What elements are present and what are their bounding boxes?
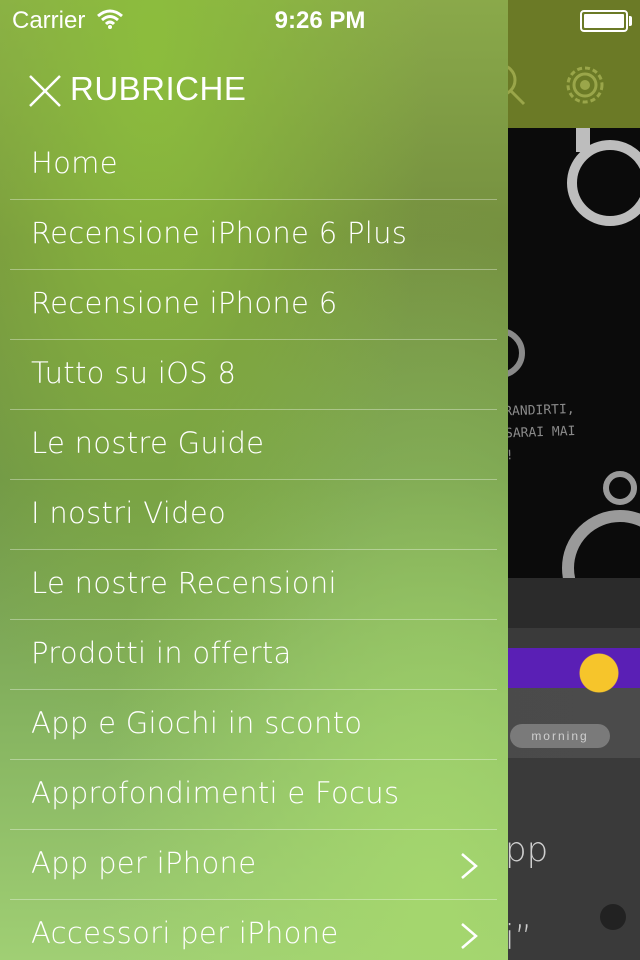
article-card-title-line2: i”	[505, 918, 533, 958]
menu-item-label: Approfondimenti e Focus	[31, 776, 400, 810]
menu-item-accessori-per-iphone[interactable]: Accessori per iPhone	[10, 900, 497, 960]
menu-item-label: Home	[31, 146, 118, 180]
menu-item-recensione-iphone-6[interactable]: Recensione iPhone 6	[10, 270, 497, 340]
menu-item-recensione-iphone-6-plus[interactable]: Recensione iPhone 6 Plus	[10, 200, 497, 270]
menu-item-prodotti-in-offerta[interactable]: Prodotti in offerta	[10, 620, 497, 690]
status-bar: Carrier 9:26 PM	[0, 0, 640, 40]
message-badge: morning	[510, 724, 610, 748]
menu-item-label: Le nostre Recensioni	[31, 566, 337, 600]
menu-item-label: Accessori per iPhone	[31, 916, 339, 950]
menu-item-le-nostre-guide[interactable]: Le nostre Guide	[10, 410, 497, 480]
menu-item-approfondimenti-e-focus[interactable]: Approfondimenti e Focus	[10, 760, 497, 830]
menu-item-app-per-iphone[interactable]: App per iPhone	[10, 830, 497, 900]
battery-level	[584, 14, 624, 28]
drawer-title: RUBRICHE	[70, 70, 247, 107]
drawer-header: RUBRICHE	[0, 60, 508, 120]
menu-item-label: Recensione iPhone 6	[31, 286, 338, 320]
chevron-right-icon	[461, 853, 478, 879]
menu-list: Home Recensione iPhone 6 Plus Recensione…	[10, 130, 497, 960]
article-handwriting: RANDIRTI, SARAI MAI !	[504, 399, 586, 468]
menu-item-label: Prodotti in offerta	[31, 636, 292, 670]
menu-item-app-e-giochi-in-sconto[interactable]: App e Giochi in sconto	[10, 690, 497, 760]
emoji-icon	[572, 648, 632, 698]
handwriting-line: SARAI MAI	[504, 423, 576, 442]
menu-item-label: Le nostre Guide	[31, 426, 265, 460]
menu-item-le-nostre-recensioni[interactable]: Le nostre Recensioni	[10, 550, 497, 620]
menu-item-i-nostri-video[interactable]: I nostri Video	[10, 480, 497, 550]
menu-item-label: App e Giochi in sconto	[31, 706, 363, 740]
article-card-title: pp	[505, 830, 549, 870]
menu-item-tutto-su-ios-8[interactable]: Tutto su iOS 8	[10, 340, 497, 410]
handwriting-line: RANDIRTI,	[503, 401, 575, 420]
chevron-right-icon	[461, 923, 478, 949]
gear-icon[interactable]	[562, 62, 608, 108]
handwriting-line: !	[505, 448, 514, 464]
menu-item-label: I nostri Video	[31, 496, 227, 530]
status-time: 9:26 PM	[274, 7, 366, 34]
menu-item-label: App per iPhone	[31, 846, 257, 880]
microphone-icon	[600, 904, 626, 930]
battery-icon	[580, 10, 628, 32]
battery-tip	[629, 16, 632, 26]
menu-item-label: Tutto su iOS 8	[31, 356, 237, 390]
close-icon[interactable]	[28, 74, 62, 108]
menu-item-home[interactable]: Home	[10, 130, 497, 200]
menu-item-label: Recensione iPhone 6 Plus	[31, 216, 408, 250]
side-menu-drawer: RUBRICHE Home Recensione iPhone 6 Plus R…	[0, 0, 508, 960]
